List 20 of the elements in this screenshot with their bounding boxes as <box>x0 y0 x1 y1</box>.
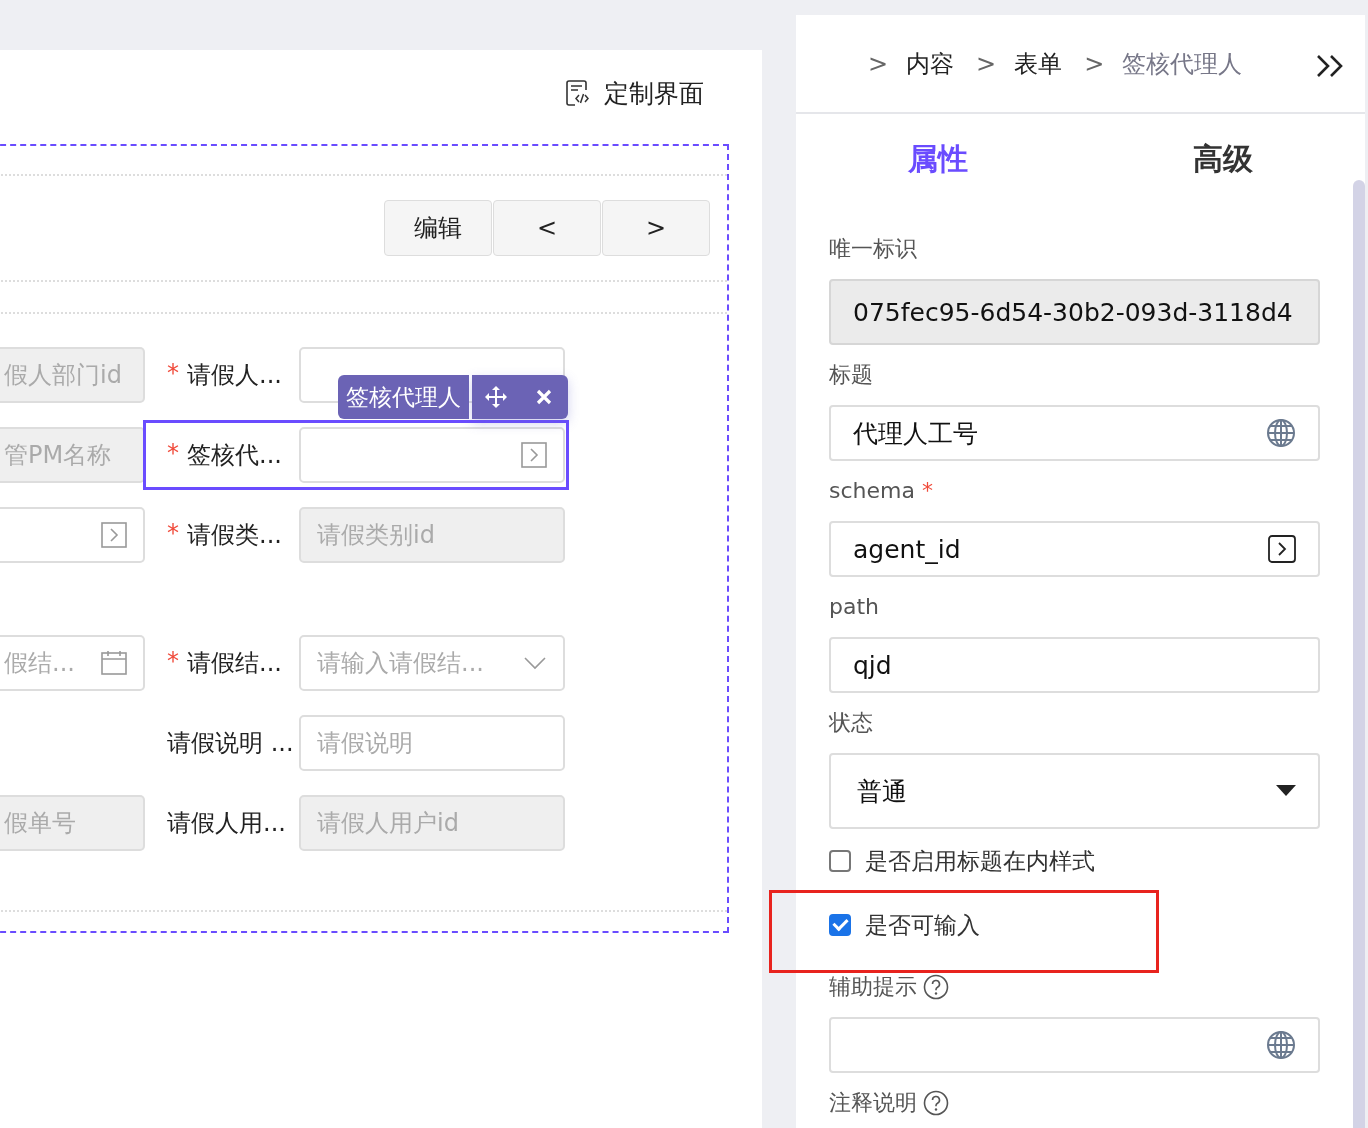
field-label: * 请假类... <box>167 519 283 551</box>
checkbox-label: 是否启用标题在内样式 <box>865 846 1095 876</box>
property-label: 标题 <box>829 362 873 388</box>
checkbox-label: 是否可输入 <box>865 910 980 940</box>
separator-glyph: > <box>868 49 889 78</box>
breadcrumb-item: 签核代理人 <box>1122 48 1243 80</box>
component-name-tooltip: 签核代理人 <box>338 375 469 419</box>
property-label: 注释说明 <box>829 1090 917 1116</box>
property-label: schema * <box>829 478 933 504</box>
field-label: * 请假人... <box>167 359 283 391</box>
property-label: 辅助提示 <box>829 974 917 1000</box>
property-label: 唯一标识 <box>829 236 917 262</box>
field-label: 请假人用... <box>167 808 287 839</box>
field-label: * 请假结... <box>167 647 283 679</box>
separator-glyph: > <box>1084 49 1105 78</box>
property-label: 状态 <box>829 710 873 736</box>
property-label: path <box>829 594 879 620</box>
field-label: * 签核代... <box>167 439 283 471</box>
separator-glyph: > <box>976 49 997 78</box>
field-label: 请假说明 ... <box>167 728 295 759</box>
